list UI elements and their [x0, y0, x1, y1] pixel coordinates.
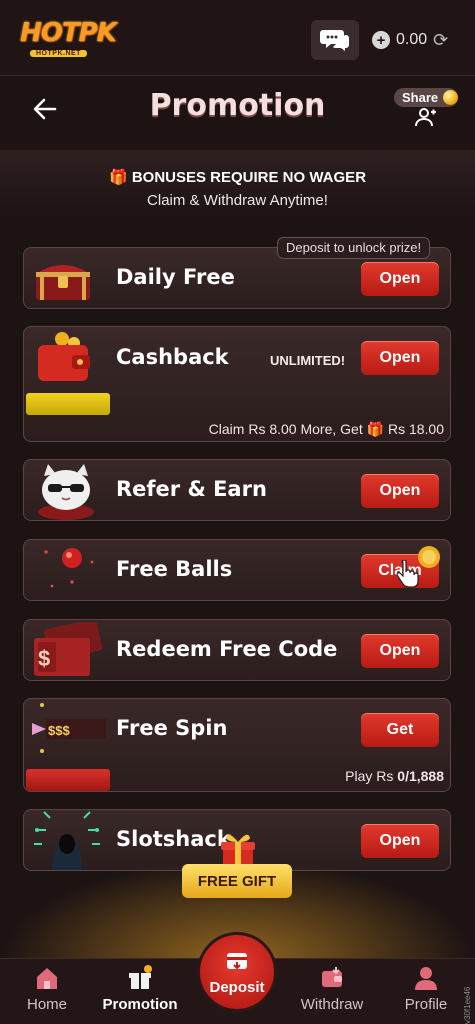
- free-spin-footer-value: 0/1,888: [397, 768, 444, 784]
- cat-mascot-icon: [38, 464, 94, 520]
- nav-promotion-label: Promotion: [102, 996, 178, 1013]
- card-title: Free Spin: [116, 716, 228, 740]
- free-spin-footer-text: Play Rs: [345, 768, 394, 784]
- spin-money-text: $$$: [48, 723, 70, 738]
- cashback-footer-amount: Rs 18.00: [387, 421, 444, 437]
- promotion-gift-icon: [129, 965, 152, 989]
- chat-button[interactable]: [311, 20, 359, 60]
- deposit-label: Deposit: [209, 979, 265, 996]
- card-title: Free Balls: [116, 557, 233, 581]
- card-title: Slotshack: [116, 827, 231, 851]
- nav-promotion[interactable]: Promotion: [95, 959, 185, 1024]
- share-user-icon: [415, 108, 436, 127]
- logo-text: HOTPK: [20, 18, 117, 48]
- wager-banner: 🎁 BONUSES REQUIRE NO WAGER Claim & Withd…: [0, 150, 475, 220]
- wallet-icon: [322, 967, 342, 987]
- cashback-progress-bar: [26, 393, 110, 415]
- card-title: Daily Free: [116, 265, 235, 289]
- top-bar: HOTPK HOTPK.NET + 0.00 ⟳: [0, 0, 475, 76]
- refer-open-button[interactable]: Open: [361, 474, 439, 508]
- banner-title-text: BONUSES REQUIRE NO WAGER: [131, 169, 367, 186]
- deposit-icon: [227, 953, 247, 970]
- nav-withdraw[interactable]: Withdraw: [287, 959, 377, 1024]
- free-gift-button[interactable]: FREE GIFT: [182, 864, 292, 898]
- card-redeem-code[interactable]: $ Redeem Free Code Open: [23, 619, 451, 681]
- nav-home-label: Home: [26, 996, 67, 1013]
- slotshack-open-button[interactable]: Open: [361, 824, 439, 858]
- unlimited-badge: UNLIMITED!: [270, 353, 346, 368]
- card-free-balls[interactable]: Free Balls Claim: [23, 539, 451, 601]
- wallet-coins-icon: [38, 332, 90, 381]
- daily-free-open-button[interactable]: Open: [361, 262, 439, 296]
- cashback-progress-fill: [26, 393, 110, 415]
- gift-icon: 🎁: [366, 421, 385, 437]
- brand-logo[interactable]: HOTPK HOTPK.NET: [18, 18, 118, 62]
- treasure-chest-icon: [36, 265, 90, 300]
- free-spin-progress-fill: [26, 769, 110, 791]
- logo-subtext: HOTPK.NET: [30, 50, 87, 57]
- slot-spin-icon: [32, 703, 106, 753]
- home-icon: [37, 968, 57, 989]
- card-free-spin[interactable]: $$$ Free Spin Get Play Rs 0/1,888: [23, 698, 451, 792]
- version-tag: v30f1ee46: [463, 986, 472, 1024]
- card-title: Redeem Free Code: [116, 637, 338, 661]
- chat-bubbles-icon: [320, 30, 349, 51]
- banner-title: 🎁 BONUSES REQUIRE NO WAGER: [0, 168, 475, 186]
- free-spin-progress-bar: [26, 769, 110, 791]
- nav-profile-label: Profile: [404, 996, 448, 1013]
- nav-home[interactable]: Home: [2, 959, 92, 1024]
- cashback-open-button[interactable]: Open: [361, 341, 439, 375]
- balance-value: 0.00: [396, 31, 428, 48]
- nav-profile[interactable]: Profile: [381, 959, 471, 1024]
- ticket-dollar-text: $: [38, 646, 51, 671]
- profile-icon: [415, 967, 437, 990]
- deposit-button[interactable]: Deposit: [197, 932, 277, 1012]
- add-funds-icon[interactable]: +: [372, 31, 390, 49]
- card-cashback[interactable]: Cashback UNLIMITED! Open Claim Rs 8.00 M…: [23, 326, 451, 442]
- deposit-hint-tag: Deposit to unlock prize!: [277, 237, 431, 259]
- card-daily-free[interactable]: Deposit to unlock prize! Daily Free Open: [23, 237, 451, 309]
- nav-withdraw-label: Withdraw: [300, 996, 364, 1013]
- gift-icon: 🎁: [108, 169, 128, 186]
- cashback-footer: Claim Rs 8.00 More, Get 🎁 Rs 18.00: [209, 421, 444, 438]
- coin-icon: [443, 90, 458, 105]
- balls-icon: [44, 548, 94, 588]
- card-title: Cashback: [116, 345, 229, 369]
- free-spin-footer: Play Rs 0/1,888: [345, 768, 444, 784]
- refresh-icon[interactable]: ⟳: [433, 30, 448, 51]
- redeem-open-button[interactable]: Open: [361, 634, 439, 668]
- share-button[interactable]: Share: [394, 88, 462, 128]
- balance-display[interactable]: + 0.00 ⟳: [366, 20, 466, 60]
- card-refer-earn[interactable]: Refer & Earn Open: [23, 459, 451, 521]
- free-spin-get-button[interactable]: Get: [361, 713, 439, 747]
- pointer-hand-icon: [396, 560, 419, 588]
- banner-subtitle: Claim & Withdraw Anytime!: [147, 192, 328, 209]
- card-title: Refer & Earn: [116, 477, 267, 501]
- cashback-footer-text: Claim Rs 8.00 More, Get: [208, 421, 363, 437]
